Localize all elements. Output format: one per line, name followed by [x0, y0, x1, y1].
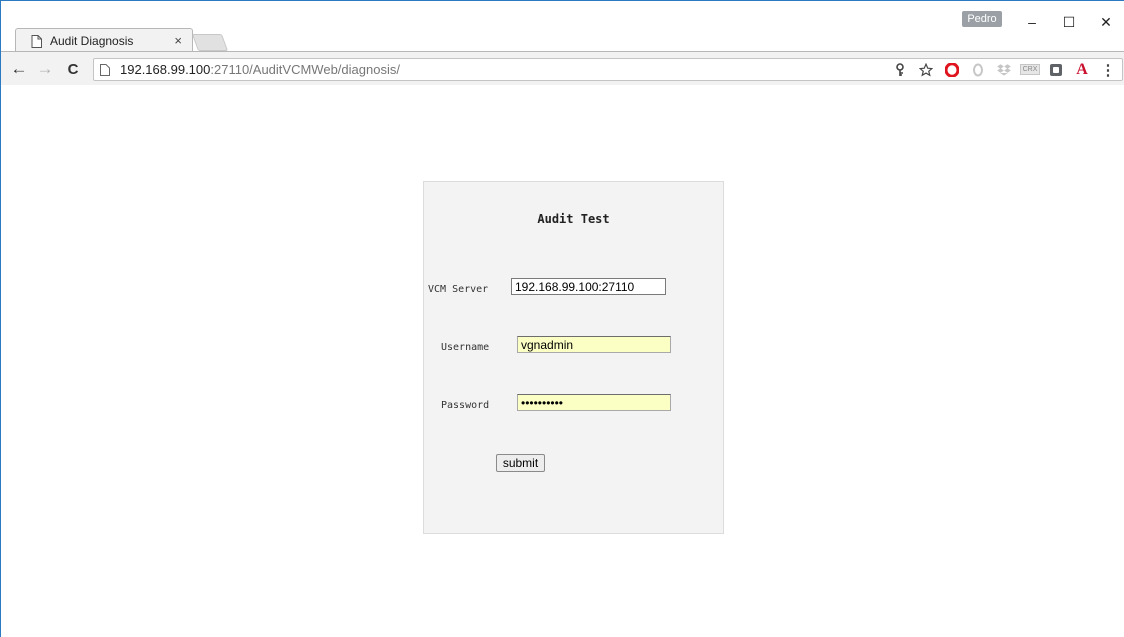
form-title: Audit Test — [537, 212, 610, 226]
maximize-icon[interactable]: ☐ — [1054, 11, 1084, 33]
crx-label: CRX — [1019, 64, 1041, 75]
reload-icon[interactable]: C — [63, 59, 83, 79]
password-label: Password — [441, 400, 490, 411]
extension-toolbar: CRX A ⋮ — [884, 59, 1118, 80]
back-icon[interactable]: ← — [9, 59, 29, 79]
page-content: Audit Test VCM Server Username Password … — [1, 85, 1124, 637]
page-icon — [30, 34, 42, 48]
font-a-glyph: A — [1076, 60, 1088, 78]
key-icon[interactable] — [890, 62, 910, 78]
page-info-icon[interactable] — [100, 63, 112, 77]
font-a-icon[interactable]: A — [1072, 60, 1092, 78]
profile-button[interactable]: Pedro — [962, 11, 1002, 27]
browser-titlebar: Audit Diagnosis × Pedro – ☐ ✕ — [1, 1, 1124, 53]
crx-icon[interactable]: CRX — [1019, 62, 1041, 78]
username-label: Username — [441, 342, 490, 353]
tab-close-icon[interactable]: × — [174, 33, 182, 49]
audit-form-panel: Audit Test VCM Server Username Password … — [423, 181, 724, 534]
tab-title: Audit Diagnosis — [50, 34, 134, 48]
browser-tab[interactable]: Audit Diagnosis × — [15, 28, 193, 53]
forward-icon[interactable]: → — [35, 59, 55, 79]
opera-icon[interactable] — [942, 62, 962, 78]
submit-button[interactable]: submit — [496, 454, 545, 472]
pocket-icon[interactable] — [1046, 62, 1066, 78]
menu-icon[interactable]: ⋮ — [1098, 61, 1118, 79]
password-input[interactable] — [517, 394, 671, 411]
url-path: :27110/AuditVCMWeb/diagnosis/ — [210, 62, 400, 77]
vcm-server-input[interactable] — [511, 278, 666, 295]
browser-toolbar: ← → C 192.168.99.100:27110/AuditVCMWeb/d… — [1, 51, 1124, 86]
url-host: 192.168.99.100 — [120, 62, 211, 77]
new-tab-button[interactable] — [191, 34, 229, 51]
close-window-icon[interactable]: ✕ — [1091, 11, 1121, 33]
minimize-icon[interactable]: – — [1017, 11, 1047, 33]
vcm-server-label: VCM Server — [428, 284, 489, 295]
menu-glyph: ⋮ — [1100, 61, 1116, 79]
extension-icon[interactable] — [968, 62, 988, 78]
star-icon[interactable] — [916, 62, 936, 78]
username-input[interactable] — [517, 336, 671, 353]
address-bar[interactable]: 192.168.99.100:27110/AuditVCMWeb/diagnos… — [93, 58, 1123, 81]
dropbox-icon[interactable] — [994, 62, 1014, 78]
